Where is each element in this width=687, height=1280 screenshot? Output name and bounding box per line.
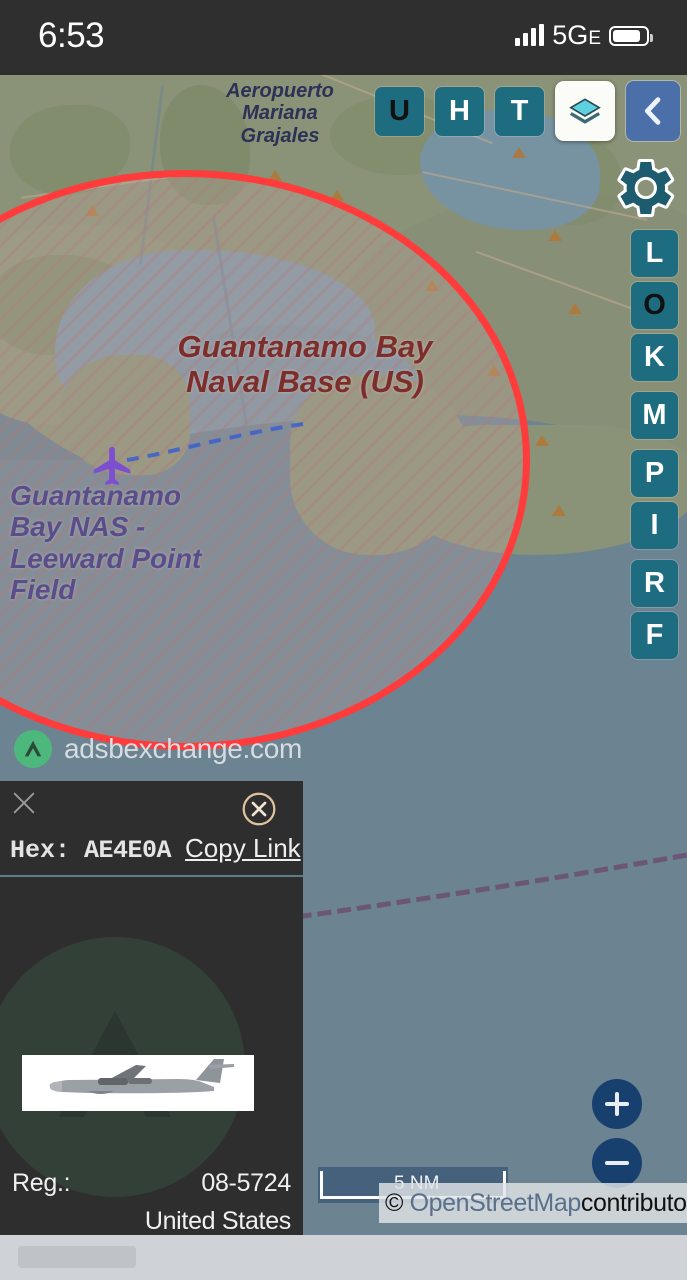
status-bar: 6:53 5GE (0, 0, 687, 75)
button-u[interactable]: U (375, 86, 424, 136)
map-peak-marker (552, 505, 566, 516)
watermark-text: adsbexchange.com (64, 733, 303, 764)
button-r[interactable]: R (631, 560, 678, 607)
map-peak-marker (512, 147, 526, 158)
settings-button[interactable] (613, 155, 679, 221)
hex-value: AE4E0A (84, 836, 172, 865)
battery-icon (609, 25, 653, 46)
close-circle-icon[interactable] (241, 791, 277, 827)
detail-row-country: United States (12, 1207, 291, 1236)
airplane-icon[interactable] (90, 443, 136, 489)
button-i[interactable]: I (631, 502, 678, 549)
copy-link-button[interactable]: Copy Link (185, 833, 301, 864)
map-peak-marker (568, 303, 582, 314)
network-type: 5GE (552, 20, 601, 50)
aircraft-info-panel[interactable]: Hex: AE4E0A Copy Link Reg.: 08-5724 Unit… (0, 781, 303, 1265)
map-toolbar[interactable]: U H T (375, 81, 680, 141)
button-f[interactable]: F (631, 612, 678, 659)
status-indicators: 5GE (515, 20, 653, 51)
hex-row: Hex: AE4E0A Copy Link (10, 833, 301, 865)
map-attribution[interactable]: © OpenStreetMap contributors. (379, 1183, 687, 1223)
button-l[interactable]: L (631, 230, 678, 277)
map-side-toolbar[interactable]: L O K M P I R F (631, 230, 678, 659)
button-o[interactable]: O (631, 282, 678, 329)
aircraft-photo-icon (28, 1057, 248, 1109)
zoom-in-button[interactable] (592, 1079, 642, 1129)
back-chevron-icon (644, 97, 661, 125)
gear-icon (617, 158, 675, 218)
adsbexchange-logo-icon (14, 730, 52, 768)
layers-icon (569, 98, 601, 124)
openstreetmap-link[interactable]: OpenStreetMap (410, 1189, 582, 1218)
panel-header: Hex: AE4E0A Copy Link (0, 781, 303, 877)
aircraft-track-recent (126, 422, 304, 462)
button-p[interactable]: P (631, 450, 678, 497)
minus-icon (605, 1161, 629, 1165)
attribution-suffix: contributors. (580, 1188, 687, 1217)
aircraft-thumbnail[interactable] (22, 1055, 254, 1111)
back-button[interactable] (626, 81, 680, 141)
zoom-out-button[interactable] (592, 1138, 642, 1188)
detail-value: United States (144, 1207, 291, 1235)
button-m[interactable]: M (631, 392, 678, 439)
hex-label: Hex: (10, 836, 71, 865)
detail-value: 08-5724 (201, 1169, 291, 1197)
collapse-x-icon[interactable] (10, 789, 38, 817)
attribution-copyright: © (385, 1188, 404, 1217)
detail-row-reg: Reg.: 08-5724 (12, 1169, 291, 1198)
button-k[interactable]: K (631, 334, 678, 381)
layers-button[interactable] (555, 81, 615, 141)
panel-body: Reg.: 08-5724 United States DB flags: mi… (0, 877, 303, 1265)
button-t[interactable]: T (495, 86, 544, 136)
map-peak-marker (535, 435, 549, 446)
status-time: 6:53 (38, 15, 105, 55)
zoom-controls[interactable] (592, 1079, 642, 1188)
plus-icon (605, 1092, 629, 1116)
detail-key: Reg.: (12, 1169, 71, 1197)
map-peak-marker (548, 230, 562, 241)
button-h[interactable]: H (435, 86, 484, 136)
browser-bottom-bar[interactable] (0, 1235, 687, 1280)
cellular-signal-icon (515, 23, 545, 46)
adsbexchange-watermark: adsbexchange.com (14, 730, 302, 768)
